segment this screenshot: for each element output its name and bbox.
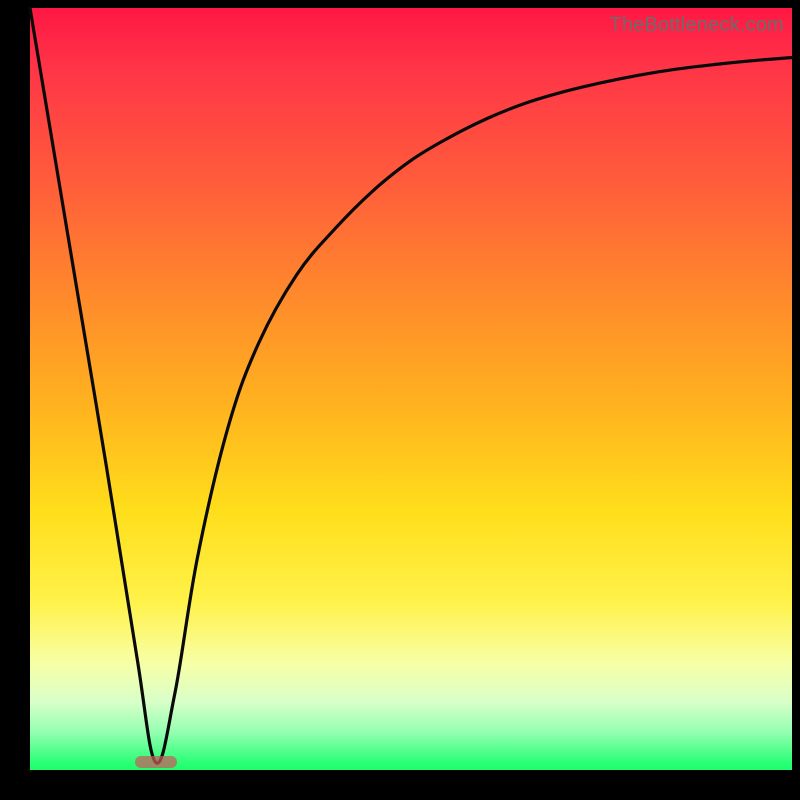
optimal-marker <box>135 756 177 768</box>
chart-frame: TheBottleneck.com <box>0 0 800 800</box>
bottleneck-curve <box>30 8 792 770</box>
plot-area: TheBottleneck.com <box>30 8 792 770</box>
